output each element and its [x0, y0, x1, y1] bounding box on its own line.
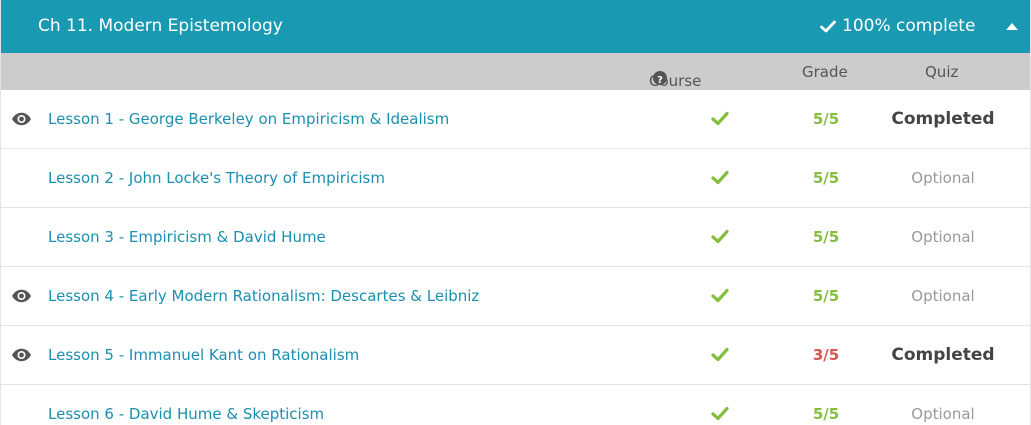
- lesson-row: Lesson 1 - George Berkeley on Empiricism…: [1, 90, 1030, 149]
- lesson-row: Lesson 2 - John Locke's Theory of Empiri…: [1, 149, 1030, 208]
- eye-icon: [12, 348, 31, 362]
- chapter-header[interactable]: Ch 11. Modern Epistemology 100% complete: [1, 0, 1030, 53]
- lesson-grade: 5/5: [812, 287, 840, 305]
- lesson-list: Lesson 1 - George Berkeley on Empiricism…: [1, 90, 1030, 425]
- lesson-grade: 5/5: [812, 110, 840, 128]
- eye-icon: [12, 112, 31, 126]
- lesson-row: Lesson 4 - Early Modern Rationalism: Des…: [1, 267, 1030, 326]
- column-grade: Grade: [802, 63, 848, 81]
- lesson-grade: 5/5: [812, 169, 840, 187]
- eye-icon: [12, 289, 31, 303]
- lesson-link-1[interactable]: Lesson 1 - George Berkeley on Empiricism…: [48, 109, 449, 129]
- chapter-title[interactable]: Ch 11. Modern Epistemology: [38, 15, 283, 37]
- lesson-row: Lesson 3 - Empiricism & David Hume 5/5 O…: [1, 208, 1030, 267]
- lesson-link-4[interactable]: Lesson 4 - Early Modern Rationalism: Des…: [48, 286, 479, 306]
- help-icon[interactable]: ?: [653, 71, 667, 86]
- check-icon: [711, 111, 729, 126]
- lesson-link-5[interactable]: Lesson 5 - Immanuel Kant on Rationalism: [48, 345, 359, 365]
- lesson-link-2[interactable]: Lesson 2 - John Locke's Theory of Empiri…: [48, 168, 385, 188]
- chapter-panel: Ch 11. Modern Epistemology 100% complete…: [0, 0, 1031, 425]
- lesson-quiz-status: Optional: [911, 228, 975, 246]
- check-icon: [820, 20, 836, 32]
- check-icon: [711, 406, 729, 421]
- lesson-quiz-status: Completed: [891, 345, 995, 365]
- lesson-grade: 5/5: [812, 228, 840, 246]
- check-icon: [711, 347, 729, 362]
- lesson-link-6[interactable]: Lesson 6 - David Hume & Skepticism: [48, 404, 324, 424]
- lesson-quiz-status: Optional: [911, 405, 975, 423]
- lesson-row: Lesson 5 - Immanuel Kant on Rationalism …: [1, 326, 1030, 385]
- column-header: Course Progress ? Grade Quiz: [1, 53, 1030, 110]
- lesson-grade: 5/5: [812, 405, 840, 423]
- lesson-quiz-status: Optional: [911, 169, 975, 187]
- collapse-caret-up-icon[interactable]: [1004, 19, 1020, 33]
- check-icon: [711, 170, 729, 185]
- lesson-quiz-status: Completed: [891, 109, 995, 129]
- lesson-quiz-status: Optional: [911, 287, 975, 305]
- check-icon: [711, 229, 729, 244]
- lesson-grade: 3/5: [812, 346, 840, 364]
- column-quiz: Quiz: [925, 63, 959, 81]
- lesson-link-3[interactable]: Lesson 3 - Empiricism & David Hume: [48, 227, 326, 247]
- lesson-row: Lesson 6 - David Hume & Skepticism 5/5 O…: [1, 385, 1030, 425]
- check-icon: [711, 288, 729, 303]
- chapter-status-text: 100% complete: [842, 16, 976, 36]
- chapter-status: 100% complete: [820, 15, 975, 37]
